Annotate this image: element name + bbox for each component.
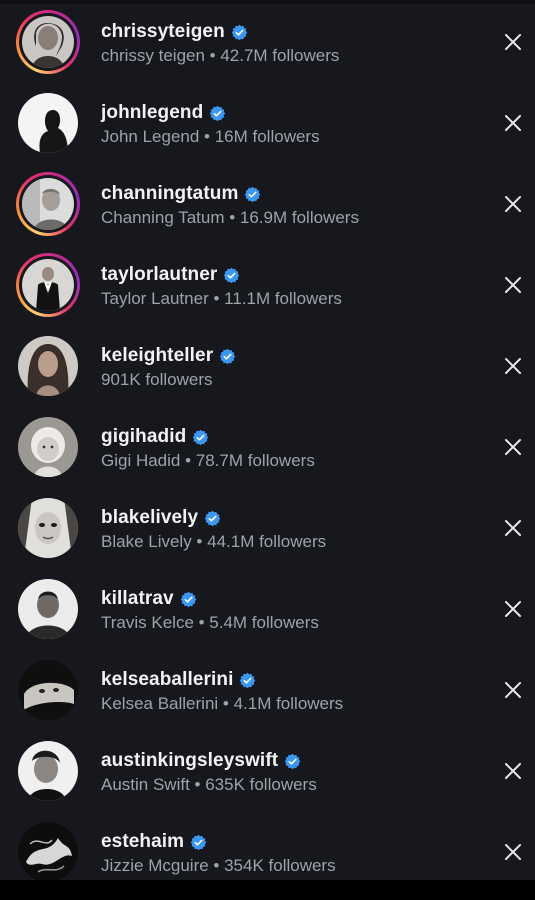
account-row-estehaim[interactable]: estehaim Jizzie Mcguire • 354K followers: [0, 810, 535, 891]
username[interactable]: austinkingsleyswift: [101, 750, 278, 772]
person-profile-icon: [18, 93, 78, 153]
avatar[interactable]: [22, 178, 74, 230]
verified-badge-icon: [244, 186, 261, 203]
account-row-kelseaballerini[interactable]: kelseaballerini Kelsea Ballerini • 4.1M …: [0, 648, 535, 729]
avatar[interactable]: [22, 259, 74, 311]
person-portrait-icon: [18, 336, 78, 396]
verified-badge-icon: [239, 672, 256, 689]
account-subtitle: chrissy teigen • 42.7M followers: [101, 46, 340, 65]
person-portrait-icon: [18, 741, 78, 801]
account-subtitle: Gigi Hadid • 78.7M followers: [101, 451, 315, 470]
person-portrait-icon: [18, 579, 78, 639]
username[interactable]: killatrav: [101, 588, 174, 610]
dismiss-close-icon[interactable]: [500, 353, 526, 379]
person-portrait-icon: [22, 16, 74, 68]
verified-badge-icon: [231, 24, 248, 41]
verified-badge-icon: [192, 429, 209, 446]
avatar[interactable]: [18, 822, 78, 882]
account-subtitle: Travis Kelce • 5.4M followers: [101, 613, 319, 632]
person-tuxedo-icon: [22, 259, 74, 311]
dismiss-close-icon[interactable]: [500, 758, 526, 784]
verified-badge-icon: [219, 348, 236, 365]
dismiss-close-icon[interactable]: [500, 29, 526, 55]
account-row-taylorlautner[interactable]: taylorlautner Taylor Lautner • 11.1M fol…: [0, 243, 535, 324]
story-ring[interactable]: [16, 172, 80, 236]
account-row-blakelively[interactable]: blakelively Blake Lively • 44.1M followe…: [0, 486, 535, 567]
dismiss-close-icon[interactable]: [500, 677, 526, 703]
username[interactable]: johnlegend: [101, 102, 203, 124]
suggested-accounts-screen: chrissyteigen chrissy teigen • 42.7M fol…: [0, 0, 535, 900]
story-ring[interactable]: [16, 253, 80, 317]
account-row-keleighteller[interactable]: keleighteller 901K followers: [0, 324, 535, 405]
account-row-chrissyteigen[interactable]: chrissyteigen chrissy teigen • 42.7M fol…: [0, 0, 535, 81]
account-row-austinkingsleyswift[interactable]: austinkingsleyswift Austin Swift • 635K …: [0, 729, 535, 810]
avatar[interactable]: [18, 417, 78, 477]
avatar[interactable]: [18, 660, 78, 720]
account-subtitle: Jizzie Mcguire • 354K followers: [101, 856, 336, 875]
dismiss-close-icon[interactable]: [500, 110, 526, 136]
account-row-channingtatum[interactable]: channingtatum Channing Tatum • 16.9M fol…: [0, 162, 535, 243]
story-ring[interactable]: [16, 10, 80, 74]
username[interactable]: chrissyteigen: [101, 21, 225, 43]
account-subtitle: John Legend • 16M followers: [101, 127, 320, 146]
verified-badge-icon: [284, 753, 301, 770]
username[interactable]: taylorlautner: [101, 264, 217, 286]
avatar[interactable]: [18, 93, 78, 153]
account-row-gigihadid[interactable]: gigihadid Gigi Hadid • 78.7M followers: [0, 405, 535, 486]
username[interactable]: kelseaballerini: [101, 669, 233, 691]
account-subtitle: Kelsea Ballerini • 4.1M followers: [101, 694, 344, 713]
account-subtitle: Austin Swift • 635K followers: [101, 775, 317, 794]
account-row-killatrav[interactable]: killatrav Travis Kelce • 5.4M followers: [0, 567, 535, 648]
dismiss-close-icon[interactable]: [500, 839, 526, 865]
account-subtitle: Blake Lively • 44.1M followers: [101, 532, 327, 551]
person-portrait-icon: [22, 178, 74, 230]
dismiss-close-icon[interactable]: [500, 515, 526, 541]
abstract-art-icon: [18, 822, 78, 882]
username[interactable]: keleighteller: [101, 345, 213, 367]
dismiss-close-icon[interactable]: [500, 272, 526, 298]
account-subtitle: Taylor Lautner • 11.1M followers: [101, 289, 342, 308]
person-portrait-icon: [18, 660, 78, 720]
verified-badge-icon: [204, 510, 221, 527]
username[interactable]: blakelively: [101, 507, 198, 529]
dismiss-close-icon[interactable]: [500, 434, 526, 460]
person-portrait-icon: [18, 498, 78, 558]
avatar[interactable]: [18, 741, 78, 801]
verified-badge-icon: [190, 834, 207, 851]
verified-badge-icon: [223, 267, 240, 284]
username[interactable]: channingtatum: [101, 183, 238, 205]
username[interactable]: gigihadid: [101, 426, 186, 448]
dismiss-close-icon[interactable]: [500, 596, 526, 622]
avatar[interactable]: [18, 336, 78, 396]
account-row-johnlegend[interactable]: johnlegend John Legend • 16M followers: [0, 81, 535, 162]
verified-badge-icon: [180, 591, 197, 608]
person-child-icon: [18, 417, 78, 477]
bottom-bar: [0, 880, 535, 900]
verified-badge-icon: [209, 105, 226, 122]
dismiss-close-icon[interactable]: [500, 191, 526, 217]
username[interactable]: estehaim: [101, 831, 184, 853]
avatar[interactable]: [22, 16, 74, 68]
account-subtitle: Channing Tatum • 16.9M followers: [101, 208, 359, 227]
account-subtitle: 901K followers: [101, 370, 213, 389]
avatar[interactable]: [18, 579, 78, 639]
avatar[interactable]: [18, 498, 78, 558]
